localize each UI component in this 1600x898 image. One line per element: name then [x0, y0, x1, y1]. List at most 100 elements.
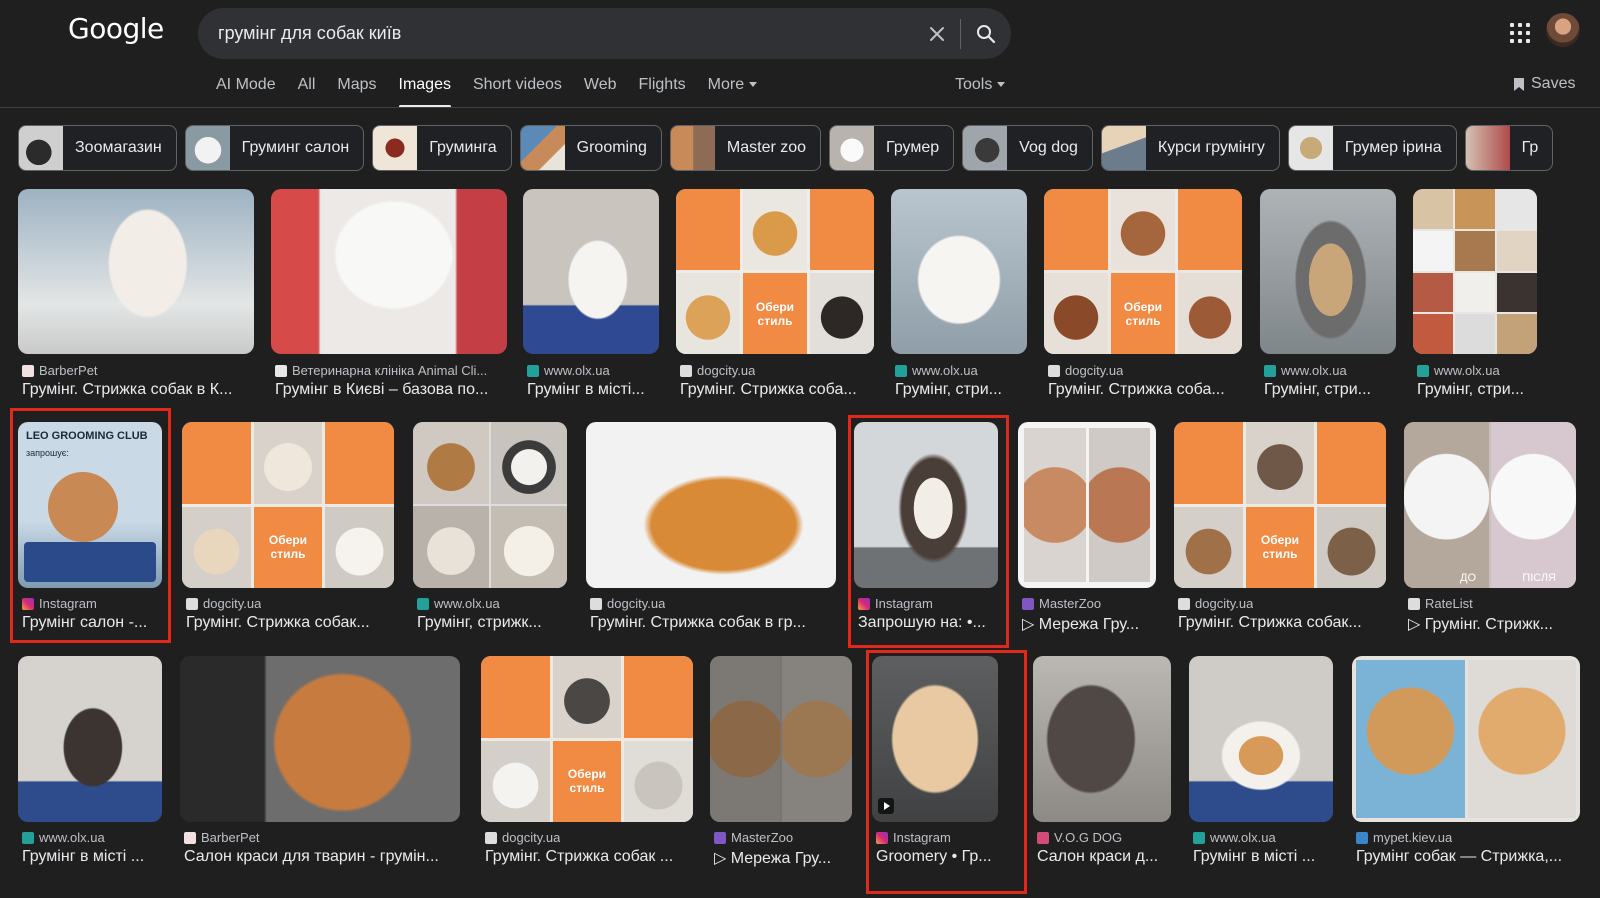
image-result[interactable]: MasterZoo ▷ Мережа Гру...: [1018, 422, 1156, 637]
result-image[interactable]: [1033, 656, 1171, 822]
result-image[interactable]: [891, 189, 1027, 354]
image-result[interactable]: dogcity.ua Грумінг. Стрижка собак в гр..…: [586, 422, 836, 637]
result-image[interactable]: Обери стиль: [1174, 422, 1386, 588]
result-image[interactable]: LEO GROOMING CLUB запрошує:: [18, 422, 162, 588]
result-image[interactable]: [872, 656, 998, 822]
result-image[interactable]: [413, 422, 567, 588]
result-title[interactable]: Грумінг, стри...: [895, 381, 1027, 399]
image-result[interactable]: Обери стиль dogcity.ua Грумінг. Стрижка …: [481, 656, 693, 871]
image-result[interactable]: www.olx.ua Грумінг, стри...: [891, 189, 1027, 404]
tab-ai-mode[interactable]: AI Mode: [216, 70, 276, 106]
image-result[interactable]: www.olx.ua Грумінг, стрижк...: [413, 422, 567, 637]
chip[interactable]: Vog dog: [962, 125, 1093, 171]
result-title[interactable]: Грумінг. Стрижка собак ...: [485, 848, 693, 866]
image-result[interactable]: www.olx.ua Грумінг в місті ...: [18, 656, 162, 871]
result-image[interactable]: Обери стиль: [1044, 189, 1242, 354]
result-image[interactable]: Обери стиль: [676, 189, 874, 354]
account-avatar[interactable]: [1546, 13, 1580, 47]
result-image[interactable]: [18, 656, 162, 822]
tab-maps[interactable]: Maps: [337, 70, 376, 106]
result-title[interactable]: Грумінг. Стрижка собак в К...: [22, 381, 254, 399]
result-title[interactable]: Грумінг. Стрижка собак...: [1178, 614, 1386, 632]
image-result[interactable]: www.olx.ua Грумінг в місті...: [523, 189, 659, 404]
result-title[interactable]: Грумінг. Стрижка собак в гр...: [590, 614, 836, 632]
image-result[interactable]: BarberPet Грумінг. Стрижка собак в К...: [18, 189, 254, 404]
search-input[interactable]: [198, 23, 914, 44]
result-title[interactable]: Грумінг, стри...: [1264, 381, 1396, 399]
result-title[interactable]: Грумінг. Стрижка собак...: [186, 614, 394, 632]
image-result[interactable]: Обери стиль dogcity.ua Грумінг. Стрижка …: [1044, 189, 1242, 404]
image-result[interactable]: Обери стиль dogcity.ua Грумінг. Стрижка …: [182, 422, 394, 637]
tab-web[interactable]: Web: [584, 70, 617, 106]
result-title[interactable]: Грумінг собак — Стрижка,...: [1356, 848, 1580, 866]
result-title[interactable]: Грумінг в місті ...: [22, 848, 162, 866]
result-title[interactable]: ▷ Мережа Гру...: [1022, 614, 1156, 634]
result-source-label: BarberPet: [39, 363, 98, 378]
chip[interactable]: Груминг салон: [184, 125, 365, 171]
result-title[interactable]: Грумінг. Стрижка соба...: [1048, 381, 1242, 399]
result-title[interactable]: Грумінг в Києві – базова по...: [275, 381, 507, 399]
chip[interactable]: Зоомагазин: [18, 125, 177, 171]
image-result[interactable]: BarberPet Салон краси для тварин - грумі…: [180, 656, 460, 871]
result-title[interactable]: ▷ Мережа Гру...: [714, 848, 852, 868]
image-result[interactable]: ДО ПІСЛЯ RateList ▷ Грумінг. Стрижк...: [1404, 422, 1576, 637]
google-logo[interactable]: Google: [68, 12, 164, 45]
result-title[interactable]: Groomery • Гр...: [876, 848, 998, 866]
image-result[interactable]: V.O.G DOG Салон краси д...: [1033, 656, 1171, 871]
result-image[interactable]: [1260, 189, 1396, 354]
image-result[interactable]: Instagram Groomery • Гр...: [872, 656, 998, 871]
chip[interactable]: Грумер: [829, 125, 955, 171]
result-image[interactable]: ДО ПІСЛЯ: [1404, 422, 1576, 588]
result-title[interactable]: Грумінг, стрижк...: [417, 614, 567, 632]
image-result[interactable]: MasterZoo ▷ Мережа Гру...: [710, 656, 852, 871]
result-image[interactable]: [1189, 656, 1333, 822]
result-title[interactable]: Грумінг в місті...: [527, 381, 659, 399]
saves-button[interactable]: Saves: [1513, 75, 1575, 93]
chip[interactable]: Grooming: [519, 125, 662, 171]
result-image[interactable]: [710, 656, 852, 822]
result-image[interactable]: Обери стиль: [481, 656, 693, 822]
image-result[interactable]: Ветеринарна клініка Animal Cli... Грумін…: [271, 189, 507, 404]
result-image[interactable]: [586, 422, 836, 588]
chip[interactable]: Master zoo: [669, 125, 822, 171]
image-result[interactable]: www.olx.ua Грумінг, стри...: [1413, 189, 1537, 404]
image-result[interactable]: www.olx.ua Грумінг в місті ...: [1189, 656, 1333, 871]
result-image[interactable]: [854, 422, 998, 588]
image-result[interactable]: www.olx.ua Грумінг, стри...: [1260, 189, 1396, 404]
tab-more[interactable]: More: [708, 70, 758, 106]
result-image[interactable]: [1018, 422, 1156, 588]
search-bar[interactable]: [198, 8, 1011, 59]
chip[interactable]: Курси грумінгу: [1100, 125, 1280, 171]
image-result[interactable]: Обери стиль dogcity.ua Грумінг. Стрижка …: [676, 189, 874, 404]
chip[interactable]: Грумер ірина: [1287, 125, 1457, 171]
chip[interactable]: Гр: [1464, 125, 1554, 171]
search-button[interactable]: [961, 14, 1011, 54]
result-image[interactable]: Обери стиль: [182, 422, 394, 588]
result-title[interactable]: Грумінг. Стрижка соба...: [680, 381, 874, 399]
tools-button[interactable]: Tools: [955, 76, 1006, 94]
result-image[interactable]: [1413, 189, 1537, 354]
result-title[interactable]: Грумінг, стри...: [1417, 381, 1541, 399]
chip[interactable]: Груминга: [372, 125, 512, 171]
result-image[interactable]: [523, 189, 659, 354]
result-title[interactable]: Салон краси д...: [1037, 848, 1171, 866]
image-result[interactable]: Instagram Запрошую на: •...: [854, 422, 998, 637]
tab-flights[interactable]: Flights: [639, 70, 686, 106]
result-title[interactable]: Грумінг в місті ...: [1193, 848, 1333, 866]
image-result[interactable]: Обери стиль dogcity.ua Грумінг. Стрижка …: [1174, 422, 1386, 637]
image-result[interactable]: LEO GROOMING CLUB запрошує: Instagram Гр…: [18, 422, 162, 637]
result-image[interactable]: [1352, 656, 1580, 822]
image-result[interactable]: mypet.kiev.ua Грумінг собак — Стрижка,..…: [1352, 656, 1580, 871]
result-title[interactable]: Салон краси для тварин - грумін...: [184, 848, 460, 866]
apps-grid-icon[interactable]: [1507, 20, 1533, 46]
result-title[interactable]: ▷ Грумінг. Стрижк...: [1408, 614, 1576, 634]
result-title[interactable]: Запрошую на: •...: [858, 614, 998, 632]
tab-all[interactable]: All: [298, 70, 316, 106]
clear-search-button[interactable]: [914, 14, 960, 54]
result-image[interactable]: [18, 189, 254, 354]
result-image[interactable]: [180, 656, 460, 822]
result-image[interactable]: [271, 189, 507, 354]
tab-images[interactable]: Images: [398, 70, 452, 108]
tab-short-videos[interactable]: Short videos: [473, 70, 562, 106]
result-title[interactable]: Грумінг салон -...: [22, 614, 162, 632]
